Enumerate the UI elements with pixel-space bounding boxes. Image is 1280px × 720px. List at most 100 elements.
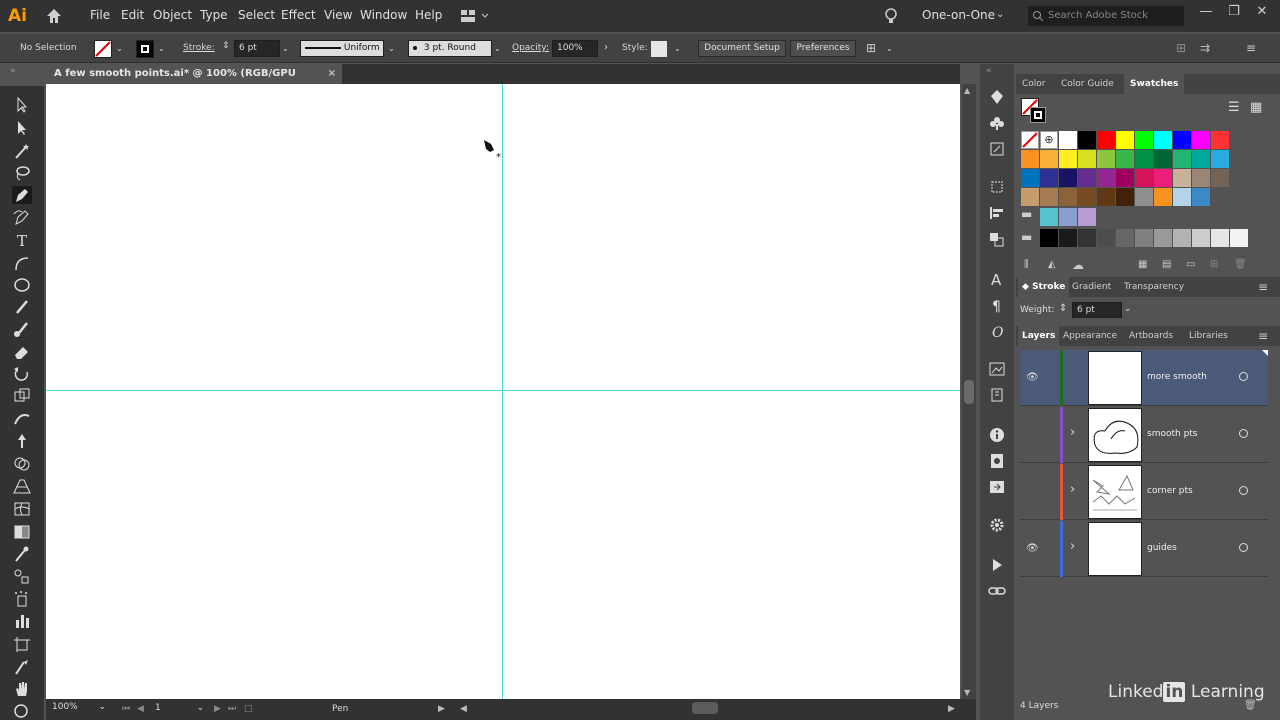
swatch[interactable]	[1097, 169, 1115, 187]
last-artboard-icon[interactable]: ⏭	[228, 704, 236, 714]
arrange-documents-icon[interactable]	[460, 9, 490, 23]
swatch[interactable]	[1021, 169, 1039, 187]
stroke-indicator[interactable]	[1030, 107, 1046, 123]
swatch[interactable]	[1059, 208, 1077, 226]
graphic-style-swatch[interactable]	[651, 41, 667, 57]
swatch[interactable]	[1154, 131, 1172, 149]
swatch[interactable]	[1211, 131, 1229, 149]
curvature-tool-icon[interactable]	[12, 208, 32, 226]
pathfinder-dock-icon[interactable]	[987, 230, 1007, 248]
swatch-none[interactable]	[1021, 131, 1039, 149]
link-chain-icon[interactable]	[987, 582, 1007, 600]
align-icon[interactable]: ⊞	[1176, 41, 1186, 55]
links-dock-icon[interactable]	[987, 386, 1007, 404]
swatch[interactable]	[1173, 229, 1191, 247]
brush-definition[interactable]: 3 pt. Round	[408, 40, 492, 57]
horizontal-scroll-thumb[interactable]	[692, 702, 718, 714]
swatch[interactable]	[1135, 188, 1153, 206]
fill-swatch[interactable]	[94, 40, 112, 58]
grid-view-icon[interactable]: ▦	[1250, 100, 1262, 115]
collapse-toolbar-icon[interactable]: »	[10, 66, 16, 76]
list-view-icon[interactable]: ☰	[1228, 100, 1240, 115]
previous-artboard-icon[interactable]: ◀	[137, 704, 144, 714]
swatch[interactable]	[1040, 150, 1058, 168]
layer-name[interactable]: more smooth	[1147, 372, 1207, 382]
layer-row-more-smooth[interactable]: 👁 more smooth	[1020, 350, 1268, 406]
stroke-dropdown-icon[interactable]: ⌄	[158, 44, 165, 53]
hand-tool-icon[interactable]	[12, 680, 32, 698]
swatch[interactable]	[1173, 188, 1191, 206]
layer-name[interactable]: smooth pts	[1147, 429, 1198, 439]
slice-tool-icon[interactable]	[12, 658, 32, 676]
swatch[interactable]	[1192, 229, 1210, 247]
zoom-level-field[interactable]: 100% ⌄	[48, 701, 108, 716]
chevron-down-icon[interactable]: ⌄	[996, 9, 1004, 20]
swatch[interactable]	[1116, 188, 1134, 206]
weight-input[interactable]: 6 pt	[1072, 302, 1122, 318]
opacity-label[interactable]: Opacity:	[512, 43, 549, 53]
visibility-eye-icon[interactable]: 👁	[1026, 543, 1039, 554]
swatch[interactable]	[1116, 131, 1134, 149]
tab-layers[interactable]: Layers	[1018, 326, 1060, 346]
tab-transparency[interactable]: Transparency	[1124, 277, 1184, 297]
swatch[interactable]	[1040, 188, 1058, 206]
new-swatch-folder-icon[interactable]: ▭	[1186, 259, 1195, 270]
menu-view[interactable]: View	[324, 8, 352, 22]
rotate-tool-icon[interactable]	[12, 365, 32, 383]
next-artboard-icon[interactable]: ▶	[214, 704, 221, 714]
scale-tool-icon[interactable]	[12, 387, 32, 405]
layer-name[interactable]: guides	[1147, 543, 1177, 553]
artboard-number-field[interactable]: 1 ⌄	[152, 701, 204, 716]
swatch-registration[interactable]: ⊕	[1040, 131, 1058, 149]
color-dock-icon[interactable]	[987, 88, 1007, 106]
artboard-tool-icon[interactable]	[12, 635, 32, 653]
tab-appearance[interactable]: Appearance	[1063, 326, 1117, 346]
swatch[interactable]	[1097, 229, 1115, 247]
target-circle-icon[interactable]	[1239, 429, 1248, 438]
menu-type[interactable]: Type	[200, 8, 228, 22]
swatch[interactable]	[1154, 188, 1172, 206]
swatch[interactable]	[1192, 188, 1210, 206]
swatch[interactable]	[1154, 150, 1172, 168]
swatch[interactable]	[1173, 150, 1191, 168]
swatch[interactable]	[1059, 188, 1077, 206]
magic-wand-tool-icon[interactable]	[12, 142, 32, 160]
transform-icon[interactable]: ⇉	[1200, 41, 1210, 55]
delete-swatch-icon[interactable]: 🗑	[1234, 259, 1247, 270]
swatch[interactable]	[1040, 208, 1058, 226]
menu-object[interactable]: Object	[153, 8, 192, 22]
swatch[interactable]	[1078, 229, 1096, 247]
workspace-switcher[interactable]: One-on-One	[922, 8, 995, 22]
swatch[interactable]	[1135, 169, 1153, 187]
document-tab[interactable]: A few smooth points.ai* @ 100% (RGB/GPU …	[46, 64, 342, 99]
brushes-dock-icon[interactable]	[987, 140, 1007, 158]
status-play-icon[interactable]: ▶	[438, 704, 445, 714]
swatch[interactable]	[1078, 208, 1096, 226]
puppet-warp-tool-icon[interactable]	[12, 432, 32, 450]
selection-tool-icon[interactable]	[12, 96, 32, 114]
swatch[interactable]	[1059, 229, 1077, 247]
cloud-icon[interactable]: ☁	[1072, 258, 1084, 272]
eraser-tool-icon[interactable]	[12, 343, 32, 361]
swatch[interactable]	[1097, 188, 1115, 206]
image-trace-dock-icon[interactable]	[987, 360, 1007, 378]
info-dock-icon[interactable]	[987, 426, 1007, 444]
paragraph-dock-icon[interactable]: ¶	[987, 296, 1007, 315]
blend-tool-icon[interactable]	[12, 567, 32, 585]
swatch[interactable]	[1021, 188, 1039, 206]
layer-row-guides[interactable]: 👁 › guides	[1020, 521, 1268, 577]
swatch[interactable]	[1097, 150, 1115, 168]
stroke-label[interactable]: Stroke:	[183, 43, 215, 53]
direct-selection-tool-icon[interactable]	[12, 119, 32, 137]
new-swatch-icon[interactable]: ⊞	[1210, 259, 1218, 270]
menu-effect[interactable]: Effect	[281, 8, 316, 22]
menu-edit[interactable]: Edit	[121, 8, 144, 22]
hscroll-left-icon[interactable]: ◀	[460, 704, 467, 714]
swatch[interactable]	[1097, 131, 1115, 149]
tab-color-guide[interactable]: Color Guide	[1061, 74, 1114, 94]
swatch-options-icon[interactable]: ▦	[1138, 259, 1147, 270]
menu-select[interactable]: Select	[238, 8, 275, 22]
symbols-club-icon[interactable]	[987, 114, 1007, 132]
tab-artboards[interactable]: Artboards	[1129, 326, 1173, 346]
perspective-grid-tool-icon[interactable]	[12, 477, 32, 495]
